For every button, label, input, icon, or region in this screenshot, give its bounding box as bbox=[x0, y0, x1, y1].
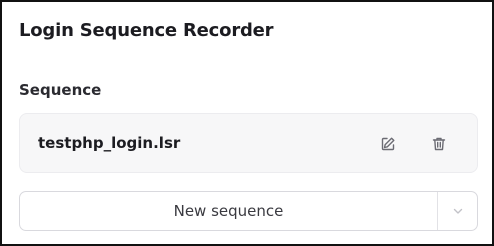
delete-sequence-button[interactable] bbox=[427, 132, 451, 156]
page-title: Login Sequence Recorder bbox=[19, 20, 274, 41]
trash-icon bbox=[432, 137, 446, 151]
chevron-down-icon bbox=[453, 208, 462, 214]
new-sequence-split-button: New sequence bbox=[19, 191, 478, 231]
edit-sequence-button[interactable] bbox=[376, 132, 400, 156]
edit-icon bbox=[381, 137, 395, 151]
sequence-item[interactable]: testphp_login.lsr bbox=[19, 113, 478, 173]
new-sequence-dropdown-button[interactable] bbox=[438, 192, 477, 230]
sequence-section-label: Sequence bbox=[19, 81, 102, 99]
sequence-file-name: testphp_login.lsr bbox=[38, 134, 181, 152]
new-sequence-button[interactable]: New sequence bbox=[20, 192, 437, 230]
login-sequence-recorder-panel: Login Sequence Recorder Sequence testphp… bbox=[0, 0, 494, 246]
